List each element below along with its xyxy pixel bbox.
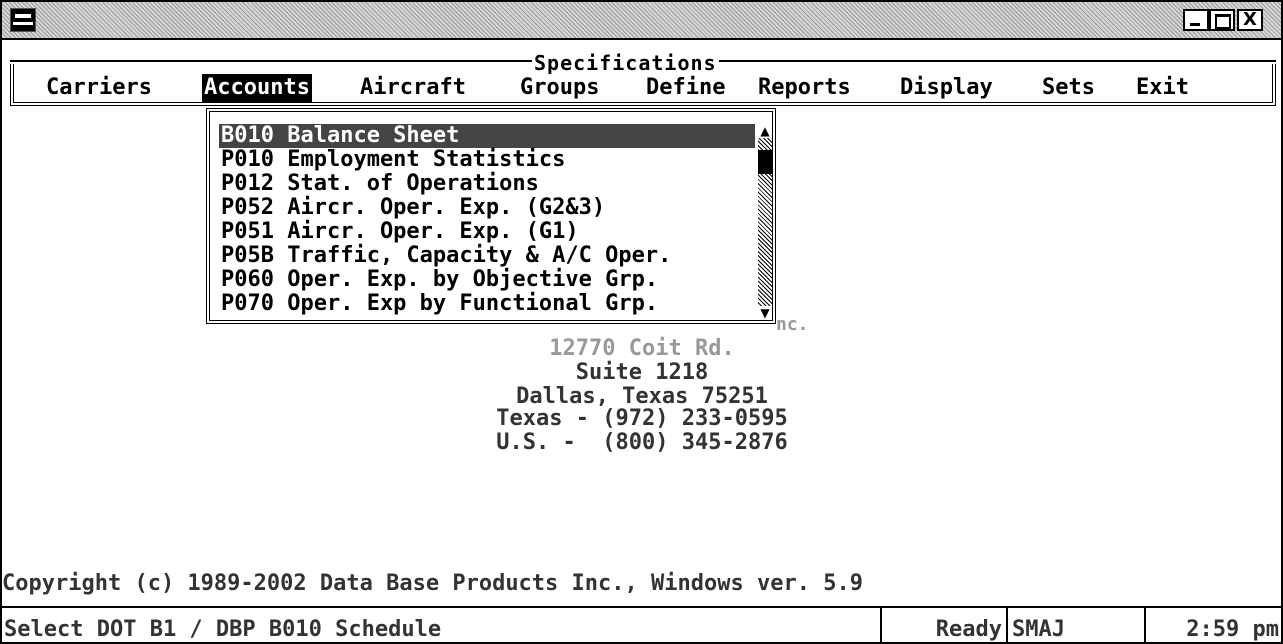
menu-aircraft[interactable]: Aircraft: [360, 74, 466, 102]
menu-groups[interactable]: Groups: [520, 74, 599, 102]
company-phone-us: U.S. - (800) 345-2876: [496, 430, 788, 455]
app-window-icon[interactable]: [10, 8, 36, 32]
copyright-text: Copyright (c) 1989-2002 Data Base Produc…: [2, 571, 863, 596]
list-item[interactable]: P070 Oper. Exp by Functional Grp.: [219, 292, 755, 316]
dropdown-scrollbar[interactable]: ▲ ▼: [758, 124, 772, 320]
menu-carriers[interactable]: Carriers: [46, 74, 152, 102]
menu-display[interactable]: Display: [900, 74, 993, 102]
accounts-dropdown: B010 Balance Sheet P010 Employment Stati…: [206, 108, 776, 324]
menu-define[interactable]: Define: [646, 74, 725, 102]
status-bar: Select DOT B1 / DBP B010 Schedule Ready …: [2, 606, 1281, 642]
maximize-button[interactable]: [1209, 9, 1235, 31]
list-item[interactable]: P052 Aircr. Oper. Exp. (G2&3): [219, 196, 755, 220]
company-city: Dallas, Texas 75251: [516, 384, 768, 409]
menu-accounts[interactable]: Accounts: [202, 74, 312, 102]
status-time: 2:59 pm: [1186, 617, 1279, 642]
list-item[interactable]: P05B Traffic, Capacity & A/C Oper.: [219, 244, 755, 268]
close-icon: X: [1243, 9, 1257, 30]
status-message: Select DOT B1 / DBP B010 Schedule: [2, 608, 882, 642]
list-item[interactable]: P060 Oper. Exp. by Objective Grp.: [219, 268, 755, 292]
company-address: 12770 Coit Rd.: [549, 336, 735, 361]
company-phone-texas: Texas - (972) 233-0595: [496, 406, 788, 431]
title-bar[interactable]: X: [2, 2, 1281, 40]
menu-reports[interactable]: Reports: [758, 74, 851, 102]
close-button[interactable]: X: [1237, 9, 1263, 31]
scroll-thumb[interactable]: [758, 150, 772, 174]
scroll-down-icon[interactable]: ▼: [758, 306, 772, 320]
list-item[interactable]: B010 Balance Sheet: [219, 124, 755, 148]
scroll-up-icon[interactable]: ▲: [758, 124, 772, 138]
status-user: SMAJ: [1010, 608, 1146, 642]
list-item[interactable]: P012 Stat. of Operations: [219, 172, 755, 196]
company-suite: Suite 1218: [575, 360, 709, 385]
minimize-button[interactable]: [1183, 9, 1209, 31]
menu-title: Specifications: [532, 51, 719, 75]
menu-exit[interactable]: Exit: [1136, 74, 1189, 102]
company-name-fragment: nc.: [776, 314, 809, 335]
list-item[interactable]: P051 Aircr. Oper. Exp. (G1): [219, 220, 755, 244]
menu-sets[interactable]: Sets: [1042, 74, 1095, 102]
app-window: X Specifications Carriers Accounts Aircr…: [0, 0, 1283, 644]
status-state: Ready: [884, 608, 1008, 642]
list-item[interactable]: P010 Employment Statistics: [219, 148, 755, 172]
accounts-list: B010 Balance Sheet P010 Employment Stati…: [219, 124, 755, 316]
